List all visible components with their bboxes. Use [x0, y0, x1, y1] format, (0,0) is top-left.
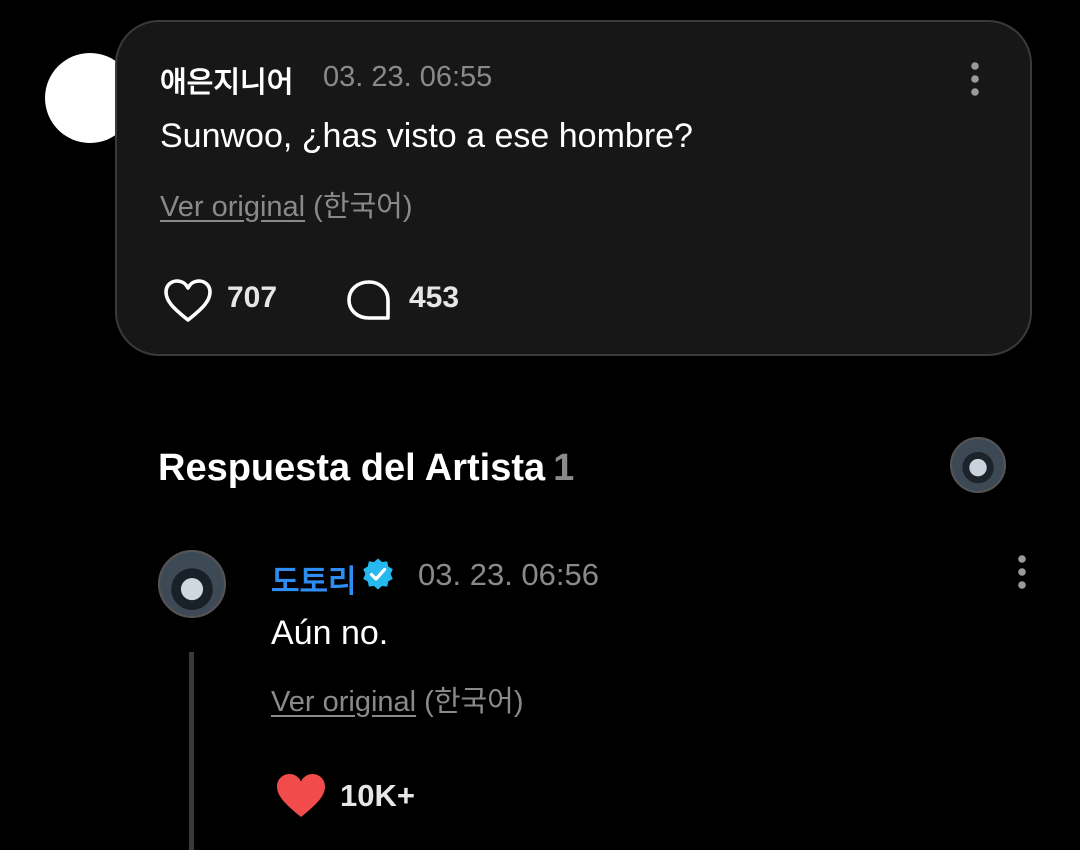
- section-title: Respuesta del Artista 1: [158, 447, 574, 490]
- reply-button[interactable]: [345, 278, 393, 324]
- comment-card: 애은지니어 03. 23. 06:55 Sunwoo, ¿has visto a…: [115, 20, 1032, 356]
- artist-avatar[interactable]: [158, 550, 226, 618]
- like-button[interactable]: [163, 278, 213, 324]
- more-options-icon[interactable]: [960, 60, 990, 98]
- like-count: 10K+: [340, 778, 415, 813]
- view-original: Ver original (한국어): [160, 183, 413, 225]
- heart-outline-icon: [164, 279, 212, 322]
- verified-badge-icon: [361, 557, 395, 591]
- thread-line: [189, 652, 194, 850]
- view-original-link[interactable]: Ver original: [271, 686, 416, 718]
- artist-reply-timestamp: 03. 23. 06:56: [418, 557, 599, 592]
- heart-filled-icon: [277, 774, 325, 817]
- artist-mini-avatar[interactable]: [950, 437, 1006, 493]
- view-original: Ver original (한국어): [271, 678, 524, 720]
- artist-name[interactable]: 도토리: [271, 556, 357, 601]
- reply-count: 453: [409, 281, 460, 314]
- more-options-icon[interactable]: [1007, 553, 1037, 591]
- like-count: 707: [227, 281, 278, 314]
- artist-reply-text: Aún no.: [271, 614, 389, 652]
- comment-author[interactable]: 애은지니어: [160, 59, 293, 101]
- comment-timestamp: 03. 23. 06:55: [323, 61, 493, 93]
- section-count: 1: [553, 447, 575, 489]
- original-language-label: (한국어): [424, 686, 524, 718]
- like-button[interactable]: [275, 772, 327, 820]
- comment-text: Sunwoo, ¿has visto a ese hombre?: [160, 117, 693, 155]
- speech-bubble-icon: [347, 280, 390, 320]
- section-title-text: Respuesta del Artista: [158, 447, 546, 489]
- view-original-link[interactable]: Ver original: [160, 191, 305, 223]
- original-language-label: (한국어): [313, 191, 413, 223]
